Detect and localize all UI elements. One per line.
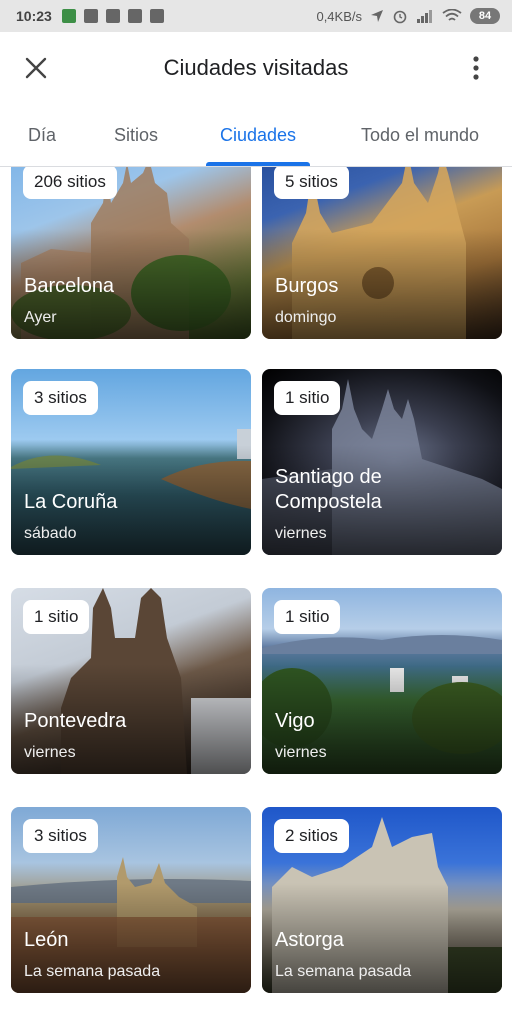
- city-card-pontevedra[interactable]: 1 sitio Pontevedra viernes: [11, 588, 251, 774]
- places-count-badge: 1 sitio: [274, 600, 341, 634]
- close-button[interactable]: [0, 32, 72, 104]
- places-count-badge: 3 sitios: [23, 381, 98, 415]
- city-card-la-coruna[interactable]: 3 sitios La Coruña sábado: [11, 369, 251, 555]
- visit-date: viernes: [275, 744, 327, 761]
- visit-date: Ayer: [24, 309, 57, 326]
- city-grid: 206 sitios Barcelona Ayer 5 sitios Burgo…: [0, 167, 512, 1024]
- pinwheel-notification-icon: [105, 9, 120, 23]
- city-card-burgos[interactable]: 5 sitios Burgos domingo: [262, 167, 502, 339]
- visit-date: domingo: [275, 309, 337, 326]
- tab-sitios[interactable]: Sitios: [84, 104, 188, 166]
- city-name: León: [24, 929, 69, 951]
- notification-icons: [61, 9, 164, 23]
- city-name: Astorga: [275, 929, 344, 951]
- signal-icon: [417, 10, 432, 23]
- city-card-leon[interactable]: 3 sitios León La semana pasada: [11, 807, 251, 993]
- app-bar: Ciudades visitadas: [0, 32, 512, 104]
- network-speed: 0,4KB/s: [316, 8, 362, 24]
- status-bar: 10:23 0,4KB/s 84: [0, 0, 512, 32]
- city-card-vigo[interactable]: 1 sitio Vigo viernes: [262, 588, 502, 774]
- tab-dia[interactable]: Día: [0, 104, 84, 166]
- tab-ciudades[interactable]: Ciudades: [188, 104, 328, 166]
- places-count-badge: 1 sitio: [23, 600, 90, 634]
- places-count-badge: 206 sitios: [23, 167, 117, 199]
- visit-date: viernes: [24, 744, 76, 761]
- city-name: Vigo: [275, 710, 315, 732]
- tab-label: Ciudades: [219, 124, 297, 145]
- location-arrow-icon: [371, 10, 383, 22]
- visit-date: sábado: [24, 525, 77, 542]
- page-title: Ciudades visitadas: [163, 55, 349, 80]
- city-name: La Coruña: [24, 491, 118, 513]
- tab-label: Día: [27, 124, 56, 145]
- status-time: 10:23: [16, 8, 52, 24]
- alarm-icon: [393, 10, 407, 24]
- more-vert-icon: [473, 56, 479, 80]
- places-count-badge: 3 sitios: [23, 819, 98, 853]
- places-count-badge: 1 sitio: [274, 381, 341, 415]
- tab-label: Todo el mundo: [360, 124, 480, 145]
- visit-date: La semana pasada: [275, 963, 412, 980]
- city-card-astorga[interactable]: 2 sitios Astorga La semana pasada: [262, 807, 502, 993]
- maps-notification-icon: [61, 9, 76, 23]
- tab-bar: Día Sitios Ciudades Todo el mundo: [0, 104, 512, 167]
- wifi-icon: [442, 9, 462, 21]
- bug-notification-icon: [127, 9, 142, 23]
- trash-notification-icon: [149, 9, 164, 23]
- visit-date: viernes: [275, 525, 327, 542]
- close-icon: [25, 57, 47, 79]
- city-name: Santiago de Compostela: [275, 466, 382, 513]
- overflow-menu-button[interactable]: [440, 32, 512, 104]
- city-name: Pontevedra: [24, 710, 127, 732]
- tab-label: Sitios: [113, 124, 158, 145]
- city-card-santiago-de-compostela[interactable]: 1 sitio Santiago de Compostela viernes: [262, 369, 502, 555]
- places-count-badge: 5 sitios: [274, 167, 349, 199]
- city-name: Barcelona: [24, 275, 115, 297]
- upload-notification-icon: [83, 9, 98, 23]
- city-card-barcelona[interactable]: 206 sitios Barcelona Ayer: [11, 167, 251, 339]
- visit-date: La semana pasada: [24, 963, 161, 980]
- tab-todo-el-mundo[interactable]: Todo el mundo: [328, 104, 512, 166]
- city-name: Burgos: [275, 275, 339, 297]
- places-count-badge: 2 sitios: [274, 819, 349, 853]
- battery-indicator: 84: [470, 8, 500, 24]
